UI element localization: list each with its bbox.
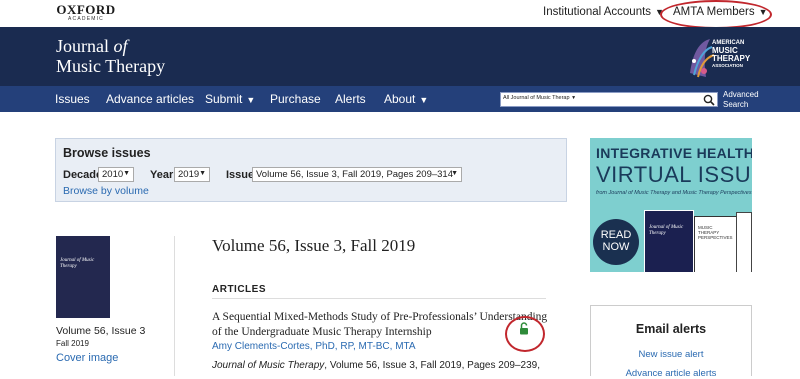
journal-title-of: of	[113, 36, 128, 56]
search-input[interactable]: All Journal of Music Therap ▼	[500, 92, 718, 107]
browse-by-volume-link[interactable]: Browse by volume	[63, 185, 149, 197]
browse-issues-panel: Browse issues Decade 2010 ▼ Year 2019 ▼ Is…	[55, 138, 567, 202]
search-icon[interactable]	[703, 94, 715, 106]
caret-down-icon: ▼	[419, 95, 429, 105]
ad-book-perspectives: MUSIC THERAPY PERSPECTIVES	[694, 216, 740, 272]
ad-book-journal: Journal of Music Therapy	[644, 210, 694, 272]
annotation-circle-amta	[660, 0, 772, 29]
caret-down-icon: ▼	[571, 95, 577, 101]
page-title: Volume 56, Issue 3, Fall 2019	[212, 236, 416, 255]
ad-line1: INTEGRATIVE HEALTH	[596, 145, 752, 161]
nav-submit[interactable]: Submit ▼	[205, 92, 255, 106]
amta-logo-line: ASSOCIATION	[712, 62, 743, 68]
caret-down-icon: ▼	[123, 170, 130, 177]
nav-about[interactable]: About ▼	[384, 92, 428, 106]
nav-submit-label: Submit	[205, 92, 243, 106]
decade-select[interactable]: 2010 ▼	[98, 167, 134, 182]
nav-purchase[interactable]: Purchase	[270, 92, 321, 106]
article-title-link[interactable]: A Sequential Mixed-Methods Study of Pre-…	[212, 310, 552, 340]
article-author-link[interactable]: Amy Clements-Cortes, PhD, RP, MT-BC, MTA	[212, 341, 416, 352]
ad-book-spine	[736, 212, 752, 272]
publisher-sub: ACADEMIC	[68, 16, 104, 22]
read-now-button[interactable]: READ NOW	[593, 219, 639, 265]
advance-article-alerts-link[interactable]: Advance article alerts	[591, 368, 751, 379]
citation-journal: Journal of Music Therapy	[212, 360, 325, 371]
issue-cover-image[interactable]: Journal of Music Therapy	[56, 236, 110, 318]
oxford-academic-logo[interactable]: OXFORD ACADEMIC	[56, 3, 116, 23]
search-scope-select[interactable]: All Journal of Music Therap ▼	[503, 95, 576, 101]
ad-book1-title: Journal of Music Therapy	[649, 225, 684, 236]
ad-book2-title: MUSIC THERAPY PERSPECTIVES	[698, 225, 733, 240]
section-divider	[212, 298, 546, 299]
caret-down-icon: ▼	[199, 170, 206, 177]
year-select[interactable]: 2019 ▼	[174, 167, 210, 182]
institutional-accounts-label: Institutional Accounts	[543, 6, 652, 18]
year-value: 2019	[178, 169, 200, 180]
issue-label: Issue	[226, 169, 255, 181]
decade-value: 2010	[102, 169, 124, 180]
cover-image-link[interactable]: Cover image	[56, 352, 118, 364]
publisher-name: OXFORD	[56, 2, 116, 17]
institutional-accounts-menu[interactable]: Institutional Accounts ▼	[543, 6, 664, 18]
search-scope-label: All Journal of Music Therap	[503, 95, 570, 101]
issue-select[interactable]: Volume 56, Issue 3, Fall 2019, Pages 209…	[252, 167, 462, 182]
issue-value: Volume 56, Issue 3, Fall 2019, Pages 209…	[256, 169, 453, 180]
ad-line3: from Journal of Music Therapy and Music …	[596, 190, 752, 196]
annotation-circle-lock	[505, 316, 545, 352]
citation-details: , Volume 56, Issue 3, Fall 2019, Pages 2…	[324, 360, 540, 371]
journal-title-line2: Music Therapy	[56, 56, 166, 76]
year-label: Year	[150, 169, 174, 181]
caret-down-icon: ▼	[246, 95, 256, 105]
journal-banner: Journal of Music Therapy AMERICAN MUSIC …	[0, 27, 800, 86]
cover-title: Journal of Music Therapy	[60, 258, 95, 269]
new-issue-alert-link[interactable]: New issue alert	[591, 349, 751, 360]
browse-issues-heading: Browse issues	[63, 146, 151, 160]
column-divider	[174, 236, 175, 376]
nav-alerts[interactable]: Alerts	[335, 92, 366, 106]
cover-volume-label: Volume 56, Issue 3	[56, 325, 146, 337]
journal-title-word: Journal	[56, 36, 109, 56]
nav-advance-articles[interactable]: Advance articles	[106, 92, 194, 106]
articles-section-heading: ARTICLES	[212, 284, 266, 295]
caret-down-icon: ▼	[451, 170, 458, 177]
decade-label: Decade	[63, 169, 103, 181]
amta-logo-text: AMERICAN MUSIC THERAPY ASSOCIATION	[712, 40, 750, 69]
advanced-search-link[interactable]: Advanced Search	[723, 90, 761, 110]
email-alerts-panel: Email alerts New issue alert Advance art…	[590, 305, 752, 379]
nav-issues[interactable]: Issues	[55, 92, 90, 106]
nav-about-label: About	[384, 92, 416, 106]
cover-date: Fall 2019	[56, 339, 89, 348]
journal-title[interactable]: Journal of Music Therapy	[56, 36, 165, 76]
article-citation: Journal of Music Therapy, Volume 56, Iss…	[212, 360, 540, 371]
email-alerts-heading: Email alerts	[635, 322, 707, 336]
ad-line2: VIRTUAL ISSUE	[596, 162, 752, 187]
amta-logo-line: THERAPY	[712, 53, 751, 63]
virtual-issue-ad[interactable]: INTEGRATIVE HEALTH VIRTUAL ISSUE from Jo…	[590, 138, 752, 272]
top-bar: OXFORD ACADEMIC Institutional Accounts ▼ …	[0, 0, 800, 29]
